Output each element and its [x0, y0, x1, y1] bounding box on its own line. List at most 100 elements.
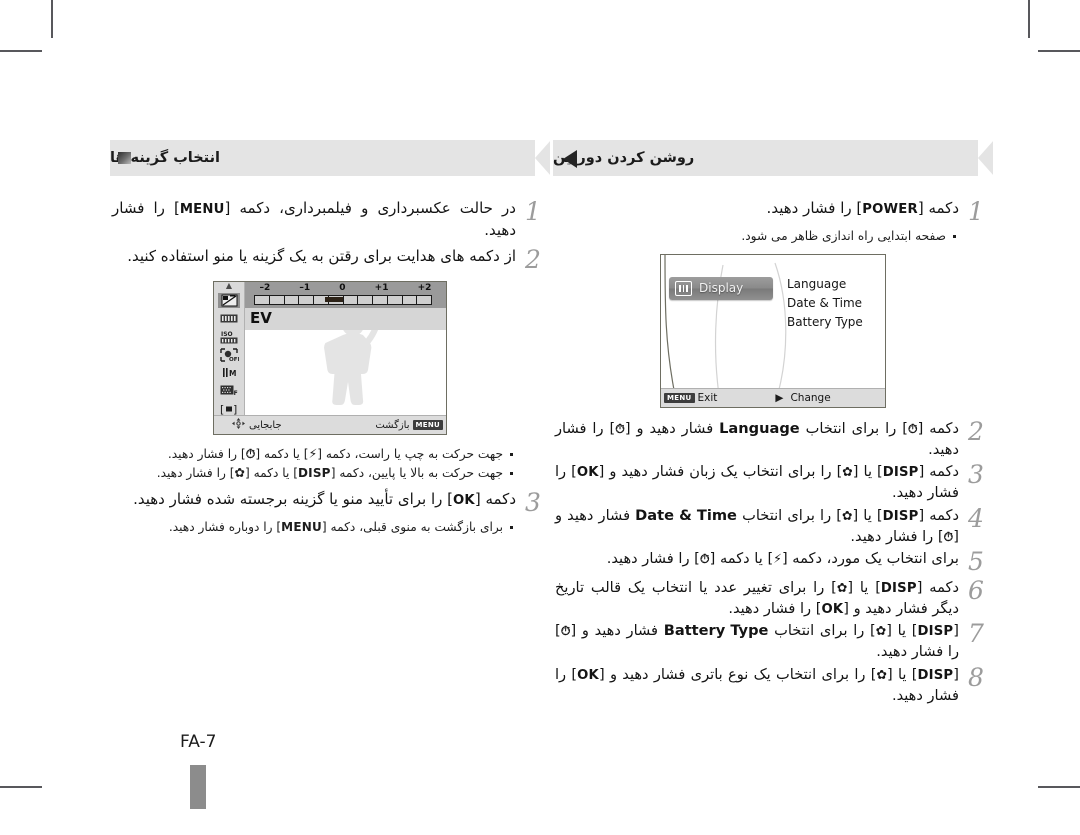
- step-text-post: ] را فشار دهید.: [766, 199, 863, 217]
- menu-item-date-time[interactable]: Date & Time: [787, 294, 863, 313]
- step-text-pre: دکمه [: [918, 463, 959, 481]
- step-number: 2: [525, 244, 541, 274]
- step-text-mid: ] یا [: [886, 665, 918, 683]
- step-text: [DISP] یا [✿] را برای انتخاب یک نوع باتر…: [553, 664, 959, 707]
- key-ok: OK: [821, 601, 844, 617]
- step-text-mid2: ] را برای انتخاب: [736, 506, 842, 524]
- step-text: دکمه [⏱] را برای انتخاب Language فشار ده…: [553, 418, 959, 461]
- step-text-post: ] را برای تأیید منو یا گزینه برجسته شده …: [133, 489, 453, 508]
- ev-tick-label: –1: [299, 283, 311, 294]
- step-item: 1 در حالت عکسبرداری و فیلمبرداری، دکمه […: [110, 198, 550, 242]
- ev-mode-label: EV: [250, 309, 272, 328]
- display-screen-figure: Display Language Date & Time Battery Typ…: [553, 253, 993, 408]
- triangle-right-icon: ▶: [775, 391, 784, 404]
- display-icon: [675, 280, 692, 296]
- timer-right-key-icon: ⏱: [907, 420, 918, 436]
- menu-name-date-time: Date & Time: [635, 506, 737, 524]
- ev-tick: [344, 296, 359, 305]
- step-item: 3 دکمه [OK] را برای تأیید منو یا گزینه ب…: [110, 489, 550, 516]
- right-steps-list: 1 دکمه [POWER] را فشار دهید. صفحه ابتدای…: [553, 198, 993, 706]
- menu-name-language: Language: [719, 419, 800, 437]
- ev-tick: [417, 296, 431, 304]
- left-column: انتخاب گزینه ها 1 در حالت عکسبرداری و فی…: [110, 140, 551, 542]
- flash-left-key-icon: ⚡: [308, 446, 318, 462]
- step1-bullets: صفحه ابتدایی راه اندازی ظاهر می شود.: [553, 227, 993, 245]
- ev-bottom-bar: MENU بازگشت جابجایی: [214, 415, 446, 435]
- step-text-pre: دکمه [: [918, 506, 959, 524]
- step-text: دکمه [POWER] را فشار دهید.: [553, 198, 959, 220]
- timer-right-key-icon: ⏱: [560, 623, 571, 639]
- menu-item-language[interactable]: Language: [787, 275, 863, 294]
- ev-tick: [255, 296, 270, 305]
- menu-chip: MENU: [412, 420, 443, 431]
- step-text-pre: دکمه [: [474, 489, 516, 508]
- step-item: 2 دکمه [⏱] را برای انتخاب Language فشار …: [553, 418, 993, 461]
- step-number: 7: [968, 619, 984, 649]
- ev-scale-panel: –2 –1 0 +1 +2: [245, 282, 446, 309]
- bullet-item: برای بازگشت به منوی قبلی، دکمه [MENU] را…: [110, 518, 514, 536]
- left-steps-list: 1 در حالت عکسبرداری و فیلمبرداری، دکمه […: [110, 198, 550, 536]
- step-text: برای انتخاب یک مورد، دکمه [⚡] یا دکمه [⏱…: [553, 548, 959, 569]
- key-ok: OK: [577, 667, 599, 683]
- key-disp: DISP: [880, 580, 917, 596]
- macro-down-key-icon: ✿: [836, 579, 848, 595]
- section-banner-options: انتخاب گزینه ها: [110, 140, 551, 176]
- ev-compensation-glyph: [221, 294, 237, 307]
- step-number: 4: [968, 503, 984, 533]
- ev-tick: [270, 296, 285, 305]
- ev-tick: [388, 296, 403, 305]
- step-item: 6 دکمه [DISP] یا [✿] را برای تغییر عدد ی…: [553, 577, 993, 620]
- svg-text:F: F: [233, 390, 237, 397]
- step-number: 3: [525, 487, 541, 517]
- ev-tick: [373, 296, 388, 305]
- focus-area-icon: [ ]: [218, 401, 240, 416]
- step-text-mid3: فشار دهید و [: [570, 622, 664, 640]
- ev-move-label: جابجایی: [249, 419, 282, 431]
- bullet-text-post: ] را دوباره فشار دهید.: [168, 519, 282, 534]
- ev-scale-labels: –2 –1 0 +1 +2: [245, 283, 446, 293]
- ev-tick: [403, 296, 418, 305]
- step-number: 8: [968, 662, 984, 692]
- ev-mode-strip: [245, 308, 446, 331]
- macro-down-key-icon: ✿: [876, 666, 887, 682]
- step-text-post: ] را فشار دهید.: [850, 528, 944, 546]
- step-number: 1: [525, 197, 541, 226]
- step-text-mid: ] یا [: [886, 622, 918, 640]
- step-item: 8 [DISP] یا [✿] را برای انتخاب یک نوع با…: [553, 664, 993, 707]
- key-power: POWER: [862, 202, 918, 217]
- timer-right-key-icon: ⏱: [245, 446, 256, 462]
- svg-text:[: [: [220, 403, 224, 415]
- step-item: 2 از دکمه های هدایت برای رقتن به یک گزین…: [110, 246, 550, 273]
- timer-right-key-icon: ⏱: [943, 529, 954, 545]
- ev-tick-label: +1: [374, 283, 389, 294]
- crop-mark-bottom-left-horizontal: [0, 786, 42, 788]
- step-text-mid: ] یا [: [852, 506, 883, 524]
- timer-right-key-icon: ⏱: [699, 551, 710, 567]
- triangle-left-icon: [563, 150, 577, 168]
- ev-tick-label: –2: [259, 283, 271, 294]
- key-disp: DISP: [882, 465, 919, 481]
- ev-sidebar: ▲ ISO OF M F []: [214, 282, 245, 435]
- display-tab-label: Display: [699, 281, 744, 296]
- step-item: 7 [DISP] یا [✿] را برای انتخاب Battery T…: [553, 620, 993, 663]
- footer-bar: [190, 765, 206, 809]
- manual-page: انتخاب گزینه ها 1 در حالت عکسبرداری و فی…: [0, 0, 1080, 835]
- step-item: 5 برای انتخاب یک مورد، دکمه [⚡] یا دکمه …: [553, 548, 993, 575]
- step-text-post: ] را فشار دهید.: [606, 550, 700, 568]
- section-banner-power-on: روشن کردن دوربین: [553, 140, 994, 176]
- step-text-mid: ] یا دکمه [: [709, 550, 774, 568]
- bullet-text-pre: جهت حرکت به بالا یا پایین، دکمه [: [330, 465, 503, 480]
- bullet-text-mid: ] یا دکمه [: [255, 447, 309, 462]
- key-menu: MENU: [281, 519, 322, 534]
- menu-item-battery-type[interactable]: Battery Type: [787, 313, 863, 332]
- macro-down-key-icon: ✿: [841, 507, 853, 523]
- display-tab[interactable]: Display: [669, 276, 773, 300]
- menu-chip: MENU: [664, 392, 695, 403]
- step-item: 3 دکمه [DISP] یا [✿] را برای انتخاب یک ز…: [553, 461, 993, 504]
- white-balance-icon: [218, 311, 240, 326]
- ev-tick: [285, 296, 300, 305]
- page-number: FA-7: [180, 732, 217, 752]
- step-number: 2: [968, 416, 984, 446]
- crop-mark-top-right-vertical: [1028, 0, 1030, 38]
- key-menu: MENU: [179, 202, 225, 217]
